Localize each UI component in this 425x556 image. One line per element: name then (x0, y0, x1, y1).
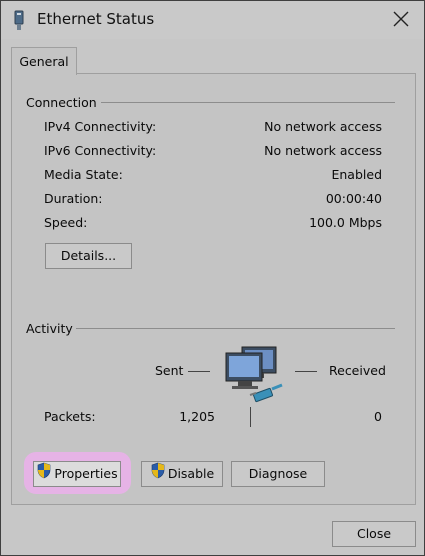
speed-label: Speed: (44, 215, 88, 230)
activity-separator (250, 407, 251, 427)
received-line (295, 371, 317, 372)
tab-general[interactable]: General (11, 47, 77, 75)
properties-button[interactable]: Properties (33, 461, 121, 487)
ipv6-connectivity-value: No network access (264, 143, 382, 158)
ethernet-adapter-icon (12, 10, 26, 35)
activity-header: Activity (26, 321, 73, 336)
tab-general-label: General (19, 54, 69, 69)
network-computers-icon (216, 343, 288, 410)
activity-divider (76, 328, 395, 329)
media-state-label: Media State: (44, 167, 123, 182)
general-panel (11, 73, 416, 505)
ipv4-connectivity-value: No network access (264, 119, 382, 134)
diagnose-button-label: Diagnose (248, 466, 308, 481)
disable-button[interactable]: Disable (141, 461, 223, 487)
media-state-value: Enabled (331, 167, 382, 182)
packets-label: Packets: (44, 409, 96, 424)
close-icon[interactable] (392, 10, 410, 28)
connection-divider (101, 102, 395, 103)
details-button[interactable]: Details... (45, 243, 132, 269)
properties-button-label: Properties (54, 466, 118, 481)
connection-header: Connection (26, 95, 97, 110)
window-title: Ethernet Status (37, 10, 155, 28)
speed-value: 100.0 Mbps (309, 215, 382, 230)
packets-received-value: 0 (374, 409, 382, 424)
details-button-label: Details... (60, 248, 117, 263)
close-button-label: Close (356, 526, 392, 541)
ipv4-connectivity-label: IPv4 Connectivity: (44, 119, 157, 134)
sent-label: Sent (155, 363, 184, 378)
duration-label: Duration: (44, 191, 103, 206)
disable-button-label: Disable (167, 466, 215, 481)
diagnose-button[interactable]: Diagnose (231, 461, 325, 487)
close-button[interactable]: Close (332, 521, 416, 547)
received-label: Received (329, 363, 386, 378)
title-bar: Ethernet Status (1, 1, 424, 39)
uac-shield-icon (150, 462, 166, 487)
sent-line (188, 371, 210, 372)
packets-sent-value: 1,205 (179, 409, 215, 424)
ipv6-connectivity-label: IPv6 Connectivity: (44, 143, 157, 158)
uac-shield-icon (36, 462, 52, 487)
duration-value: 00:00:40 (325, 191, 382, 206)
ethernet-status-window: Ethernet Status General Connection IPv4 … (0, 0, 425, 556)
